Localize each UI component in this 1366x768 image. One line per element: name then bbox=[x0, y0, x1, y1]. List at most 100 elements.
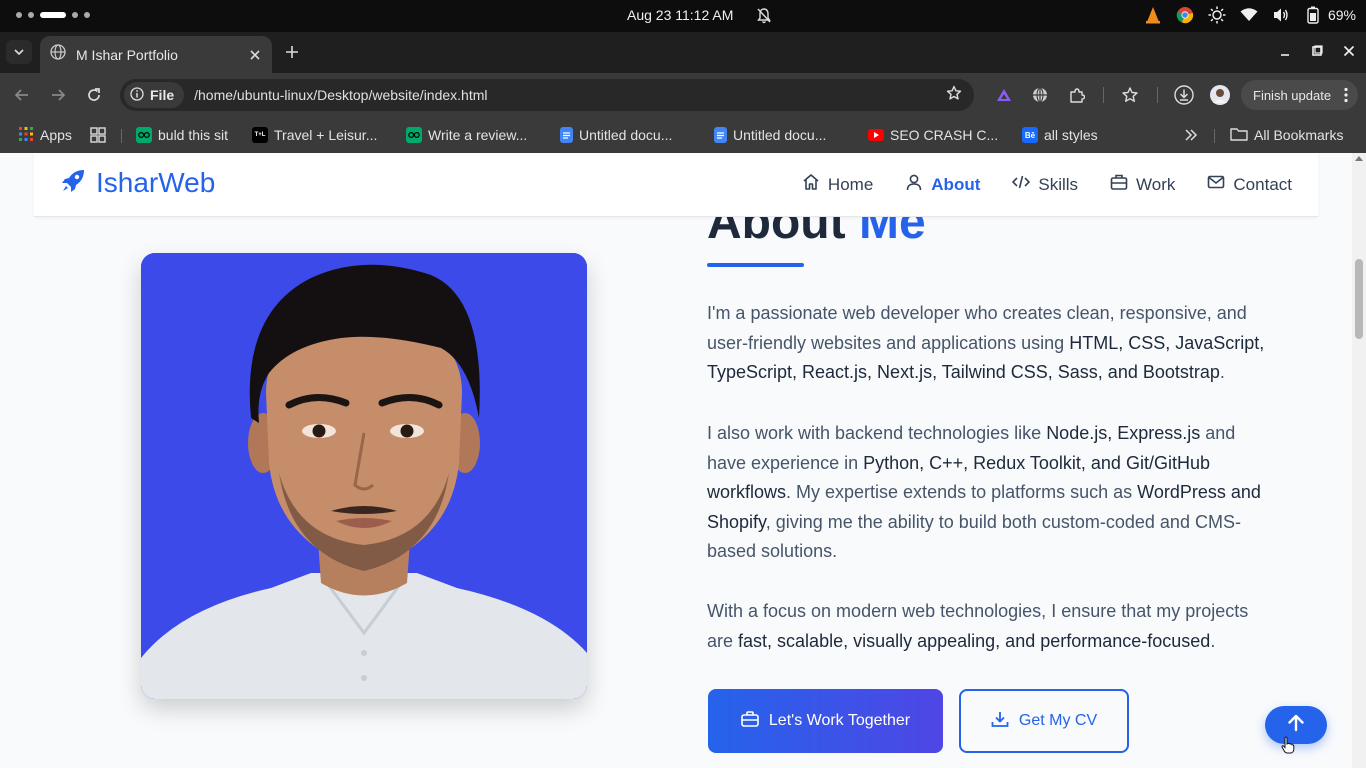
youtube-icon bbox=[868, 129, 884, 141]
bookmark-label: SEO CRASH C... bbox=[890, 127, 999, 143]
brightness-icon[interactable] bbox=[1208, 6, 1226, 24]
briefcase-icon bbox=[1110, 173, 1128, 196]
bookmark-star-icon[interactable] bbox=[946, 85, 962, 106]
minimize-icon[interactable] bbox=[1276, 40, 1294, 62]
para-text: . bbox=[1219, 362, 1225, 382]
nav-contact[interactable]: Contact bbox=[1207, 173, 1292, 196]
bookmark-buld-this-sit[interactable]: buld this sit bbox=[136, 125, 228, 145]
bookmark-label: Untitled docu... bbox=[579, 127, 673, 143]
nav-label: Work bbox=[1136, 174, 1176, 194]
chrome-icon[interactable] bbox=[1176, 6, 1194, 24]
all-bookmarks-folder[interactable]: All Bookmarks bbox=[1230, 125, 1343, 145]
maximize-icon[interactable] bbox=[1308, 40, 1326, 62]
close-window-icon[interactable] bbox=[1340, 40, 1358, 62]
travel-leisure-icon: T+L bbox=[252, 127, 268, 143]
get-my-cv-button[interactable]: Get My CV bbox=[959, 689, 1129, 753]
nav-about[interactable]: About bbox=[905, 173, 980, 196]
globe-icon bbox=[50, 44, 66, 65]
volume-icon[interactable] bbox=[1272, 6, 1290, 24]
download-icon[interactable] bbox=[1174, 85, 1194, 105]
nav-label: About bbox=[931, 174, 981, 194]
bookmarks-bar: Apps buld this sit T+L Travel + Leisur..… bbox=[0, 117, 1366, 153]
bookmark-label: all styles bbox=[1044, 127, 1098, 143]
workspace-indicator[interactable] bbox=[16, 12, 90, 18]
bookmark-travel-leisure[interactable]: T+L Travel + Leisur... bbox=[252, 125, 377, 145]
bookmark-seo-crash[interactable]: SEO CRASH C... bbox=[868, 125, 998, 145]
heading-underline bbox=[707, 263, 804, 267]
code-icon bbox=[1012, 173, 1031, 196]
behance-icon: Bē bbox=[1022, 127, 1038, 143]
os-top-bar: Aug 23 11:12 AM 69% bbox=[0, 0, 1366, 32]
bookmark-all-styles[interactable]: Bē all styles bbox=[1022, 125, 1098, 145]
briefcase-icon bbox=[741, 710, 759, 732]
about-paragraph-3: With a focus on modern web technologies,… bbox=[707, 597, 1267, 656]
nav-label: Home bbox=[827, 174, 874, 194]
site-info-chip[interactable]: File bbox=[124, 82, 185, 108]
finish-update-button[interactable]: Finish update bbox=[1241, 80, 1358, 110]
tripadvisor-icon bbox=[406, 127, 422, 143]
page-viewport[interactable]: About Me I'm a passionate web developer … bbox=[0, 153, 1352, 768]
battery-icon[interactable] bbox=[1304, 6, 1322, 24]
site-header: IsharWeb Home About Skills Work Contact bbox=[34, 153, 1318, 217]
bookmark-label: buld this sit bbox=[158, 127, 229, 143]
back-arrow-icon[interactable] bbox=[10, 83, 34, 107]
download-icon bbox=[991, 711, 1009, 732]
new-tab-plus-icon[interactable] bbox=[282, 42, 302, 62]
browser-tab-strip: M Ishar Portfolio bbox=[0, 32, 1366, 73]
bookmark-apps[interactable]: Apps bbox=[18, 125, 72, 145]
arrow-up-icon bbox=[1287, 714, 1305, 737]
para-text: , giving me the ability to build both cu… bbox=[707, 511, 1241, 562]
close-tab-icon[interactable] bbox=[244, 44, 266, 66]
forward-arrow-icon[interactable] bbox=[46, 83, 70, 107]
hand-cursor-icon bbox=[1281, 736, 1295, 759]
about-paragraph-2: I also work with backend technologies li… bbox=[707, 419, 1267, 567]
lets-work-together-button[interactable]: Let's Work Together bbox=[708, 689, 943, 753]
google-docs-icon bbox=[714, 127, 727, 143]
nav-work[interactable]: Work bbox=[1110, 173, 1175, 196]
nav-label: Skills bbox=[1038, 174, 1079, 194]
user-icon bbox=[905, 173, 923, 196]
profile-photo bbox=[141, 253, 587, 699]
rocket-icon bbox=[60, 168, 86, 199]
address-bar[interactable]: File /home/ubuntu-linux/Desktop/website/… bbox=[120, 79, 974, 111]
url-text[interactable]: /home/ubuntu-linux/Desktop/website/index… bbox=[194, 87, 946, 103]
os-clock[interactable]: Aug 23 11:12 AM bbox=[627, 7, 733, 23]
notification-bell-icon[interactable] bbox=[757, 8, 771, 27]
brand-logo[interactable]: IsharWeb bbox=[60, 167, 215, 199]
bookmark-untitled-doc-1[interactable]: Untitled docu... bbox=[560, 125, 672, 145]
wifi-icon[interactable] bbox=[1240, 6, 1258, 24]
bookmark-untitled-doc-2[interactable]: Untitled docu... bbox=[714, 125, 826, 145]
scrollbar-thumb[interactable] bbox=[1355, 259, 1363, 339]
para-text: . bbox=[1210, 630, 1216, 651]
nav-skills[interactable]: Skills bbox=[1012, 173, 1078, 196]
folder-icon bbox=[1230, 127, 1248, 144]
active-tab[interactable]: M Ishar Portfolio bbox=[40, 36, 272, 73]
cta-primary-label: Let's Work Together bbox=[768, 712, 911, 729]
url-scheme-label: File bbox=[150, 87, 175, 103]
more-bookmarks-chevron-icon[interactable] bbox=[1184, 125, 1198, 145]
proton-extension-icon[interactable] bbox=[994, 85, 1014, 105]
para-text: I also work with backend technologies li… bbox=[707, 423, 1047, 443]
tab-groups-grid-icon[interactable] bbox=[90, 125, 106, 145]
reload-icon[interactable] bbox=[82, 83, 106, 107]
battery-percent: 69% bbox=[1327, 7, 1356, 23]
bookmark-write-review[interactable]: Write a review... bbox=[406, 125, 527, 145]
page-scrollbar[interactable] bbox=[1352, 153, 1366, 768]
para-text: . My expertise extends to platforms such… bbox=[786, 482, 1138, 502]
extensions-puzzle-icon[interactable] bbox=[1067, 85, 1087, 105]
reading-list-star-icon[interactable] bbox=[1120, 85, 1140, 105]
bookmark-label: Travel + Leisur... bbox=[274, 127, 378, 143]
vpn-globe-extension-icon[interactable] bbox=[1030, 85, 1050, 105]
profile-avatar[interactable] bbox=[1210, 85, 1230, 105]
mail-icon bbox=[1207, 173, 1225, 196]
nav-home[interactable]: Home bbox=[802, 173, 873, 196]
vlc-icon[interactable] bbox=[1144, 6, 1162, 24]
about-paragraph-1: I'm a passionate web developer who creat… bbox=[707, 299, 1267, 388]
tab-title: M Ishar Portfolio bbox=[76, 46, 178, 63]
scroll-up-arrow-icon[interactable] bbox=[1355, 156, 1363, 161]
bookmark-label: Write a review... bbox=[428, 127, 528, 143]
kebab-menu-icon[interactable] bbox=[1344, 87, 1348, 106]
tripadvisor-icon bbox=[136, 127, 152, 143]
back-to-top-button[interactable] bbox=[1265, 706, 1327, 744]
tab-search-button[interactable] bbox=[6, 40, 32, 64]
